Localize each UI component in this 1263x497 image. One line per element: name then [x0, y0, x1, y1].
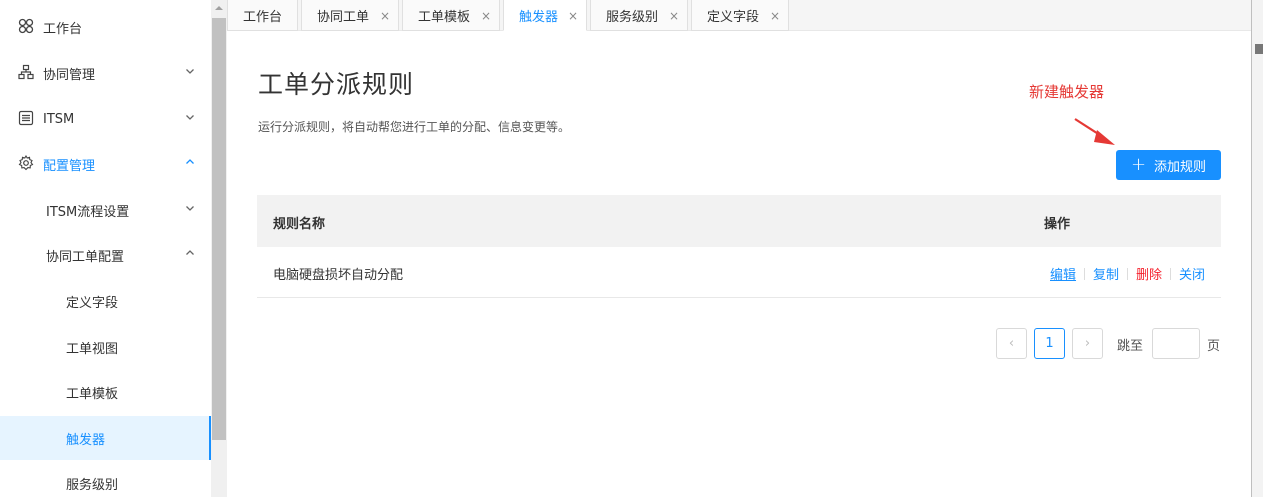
- sidebar-item-itsm[interactable]: ITSM: [0, 97, 211, 141]
- edit-link[interactable]: 编辑: [1050, 264, 1076, 283]
- add-rule-label: 添加规则: [1154, 159, 1207, 175]
- gear-icon: [18, 155, 34, 171]
- scroll-up-arrow-icon[interactable]: [211, 0, 227, 16]
- tab-collab-ticket[interactable]: 协同工单 ×: [301, 0, 399, 31]
- tab-service-level[interactable]: 服务级别 ×: [590, 0, 688, 31]
- tab-label: 协同工单: [317, 9, 370, 25]
- scrollbar-thumb[interactable]: [212, 18, 226, 440]
- sidebar-item-label: 协同管理: [43, 67, 96, 83]
- jump-to-label: 跳至: [1117, 339, 1144, 354]
- tab-dashboard[interactable]: 工作台: [227, 0, 298, 31]
- list-icon: [18, 110, 34, 126]
- close-icon[interactable]: ×: [669, 9, 679, 23]
- divider: [1127, 267, 1129, 280]
- disable-link[interactable]: 关闭: [1179, 264, 1205, 283]
- annotation-label: 新建触发器: [1029, 83, 1105, 101]
- chevron-left-icon: ‹: [1008, 336, 1015, 351]
- sidebar-item-config-management[interactable]: 配置管理: [0, 142, 211, 186]
- sidebar-item-collaboration[interactable]: 协同管理: [0, 51, 211, 95]
- table-row: 电脑硬盘损坏自动分配 编辑 复制 删除 关闭: [257, 247, 1221, 298]
- add-rule-button[interactable]: + 添加规则: [1116, 150, 1221, 180]
- sidebar-item-ticket-config[interactable]: 协同工单配置: [0, 233, 211, 277]
- rule-name-cell: 电脑硬盘损坏自动分配: [273, 268, 404, 283]
- chevron-right-icon: ›: [1084, 336, 1091, 351]
- plus-icon: +: [1130, 154, 1147, 175]
- tab-define-fields[interactable]: 定义字段 ×: [691, 0, 789, 31]
- page-1-button[interactable]: 1: [1034, 328, 1065, 359]
- tab-label: 触发器: [519, 9, 559, 25]
- sidebar-item-itsm-process-settings[interactable]: ITSM流程设置: [0, 188, 211, 232]
- chevron-down-icon: [186, 115, 194, 120]
- tab-label: 工作台: [243, 9, 283, 25]
- dashboard-icon: [18, 18, 34, 34]
- sidebar-item-ticket-view[interactable]: 工单视图: [0, 325, 211, 369]
- row-actions: 编辑 复制 删除 关闭: [1050, 264, 1205, 283]
- column-header-rule-name: 规则名称: [273, 217, 326, 232]
- divider: [1170, 267, 1172, 280]
- column-header-actions: 操作: [1044, 217, 1071, 232]
- sidebar-item-ticket-template[interactable]: 工单模板: [0, 370, 211, 414]
- tab-label: 工单模板: [418, 9, 471, 25]
- chevron-down-icon: [186, 69, 194, 74]
- sidebar-item-label: 触发器: [66, 432, 106, 448]
- main-content: 工单分派规则 运行分派规则，将自动帮您进行工单的分配、信息变更等。 新建触发器 …: [227, 31, 1251, 497]
- tab-trigger[interactable]: 触发器 ×: [503, 0, 587, 31]
- next-page-button[interactable]: ›: [1072, 328, 1103, 359]
- chevron-up-icon: [186, 250, 194, 255]
- tab-label: 定义字段: [707, 9, 760, 25]
- close-icon[interactable]: ×: [380, 9, 390, 23]
- sidebar-item-define-fields[interactable]: 定义字段: [0, 279, 211, 323]
- sidebar: 工作台 协同管理 ITSM 配置管理 ITSM流程设置 协同工单配置 定义字段 …: [0, 0, 211, 497]
- annotation-arrow-icon: [1074, 118, 1115, 145]
- table-header: 规则名称 操作: [257, 195, 1221, 247]
- prev-page-button[interactable]: ‹: [996, 328, 1027, 359]
- tab-label: 服务级别: [606, 9, 659, 25]
- chevron-up-icon: [186, 159, 194, 164]
- tab-ticket-template[interactable]: 工单模板 ×: [402, 0, 500, 31]
- sidebar-item-label: 协同工单配置: [46, 249, 125, 265]
- sidebar-item-trigger[interactable]: 触发器: [0, 416, 211, 460]
- sidebar-item-label: 定义字段: [66, 295, 119, 311]
- app-root: 工作台 协同管理 ITSM 配置管理 ITSM流程设置 协同工单配置 定义字段 …: [0, 0, 1263, 497]
- copy-link[interactable]: 复制: [1093, 264, 1119, 283]
- chevron-down-icon: [186, 206, 194, 211]
- sidebar-item-label: 工单视图: [66, 341, 119, 357]
- tab-bar: 工作台 协同工单 × 工单模板 × 触发器 × 服务级别 × 定义字段 ×: [227, 0, 1251, 31]
- sidebar-item-dashboard[interactable]: 工作台: [0, 5, 211, 49]
- sidebar-item-label: 工单模板: [66, 386, 119, 402]
- sidebar-item-label: ITSM: [43, 111, 75, 127]
- sidebar-item-service-level[interactable]: 服务级别: [0, 461, 211, 497]
- rules-table: 规则名称 操作 电脑硬盘损坏自动分配 编辑 复制 删除 关闭: [257, 195, 1221, 298]
- sidebar-item-label: 工作台: [43, 21, 83, 37]
- org-chart-icon: [18, 64, 34, 80]
- sidebar-item-label: 配置管理: [43, 158, 96, 174]
- sidebar-item-label: 服务级别: [66, 477, 119, 493]
- close-icon[interactable]: ×: [568, 9, 578, 23]
- page-suffix-label: 页: [1207, 339, 1221, 354]
- close-icon[interactable]: ×: [770, 9, 780, 23]
- window-edge: [1251, 0, 1263, 497]
- page-number: 1: [1045, 336, 1054, 351]
- sidebar-item-label: ITSM流程设置: [46, 204, 130, 220]
- delete-link[interactable]: 删除: [1136, 264, 1162, 283]
- edge-marker-icon: [1255, 44, 1263, 54]
- divider: [1084, 267, 1086, 280]
- page-subtitle: 运行分派规则，将自动帮您进行工单的分配、信息变更等。: [258, 120, 571, 134]
- close-icon[interactable]: ×: [481, 9, 491, 23]
- jump-page-input[interactable]: [1152, 328, 1200, 359]
- page-title: 工单分派规则: [258, 70, 415, 99]
